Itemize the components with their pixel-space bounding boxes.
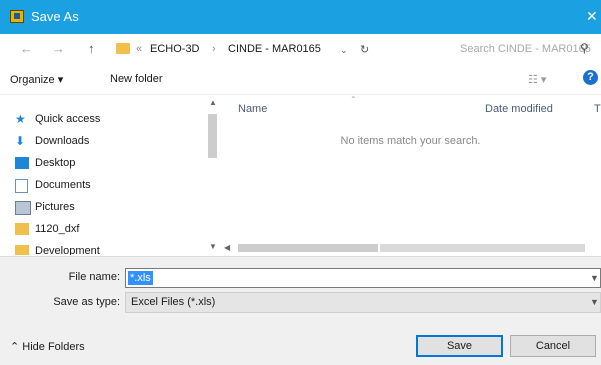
folder-icon: [15, 245, 29, 255]
star-icon: ★: [15, 112, 26, 126]
file-name-value[interactable]: *.xls: [128, 271, 153, 285]
up-arrow-icon[interactable]: ↑: [88, 41, 95, 56]
folder-icon: [116, 43, 130, 54]
toolbar: Organize ▾ New folder ☷ ▾ ?: [0, 64, 601, 95]
address-row: ← → ↑ « ECHO-3D › CINDE - MAR0165 ⌄ ↻ Se…: [0, 34, 601, 64]
folder-icon: [15, 223, 29, 235]
sidebar-item-label: Development: [35, 245, 100, 255]
hide-folders-button[interactable]: ⌃ Hide Folders: [10, 340, 85, 353]
scrollbar-track[interactable]: [380, 244, 585, 252]
file-list[interactable]: Name ⌃ Date modified T No items match yo…: [220, 95, 601, 240]
horizontal-scrollbar[interactable]: ◀: [220, 240, 601, 255]
search-icon: ⚲: [580, 41, 589, 55]
download-icon: ⬇: [15, 134, 26, 148]
desktop-icon: [15, 157, 29, 169]
sidebar-item-label: Desktop: [35, 157, 76, 169]
search-box[interactable]: Search CINDE - MAR0165 ⚲: [452, 38, 601, 60]
forward-arrow-icon[interactable]: →: [52, 41, 65, 56]
sidebar-item-label: Documents: [35, 179, 91, 191]
save-as-type-value: Excel Files (*.xls): [131, 296, 216, 308]
scroll-up-icon[interactable]: ▲: [209, 98, 217, 107]
refresh-icon[interactable]: ↻: [360, 43, 369, 56]
file-name-label: File name:: [68, 271, 120, 283]
app-icon: [10, 10, 24, 23]
sidebar-item-label: Quick access: [35, 113, 101, 125]
breadcrumb-overflow[interactable]: «: [136, 43, 142, 55]
file-name-dropdown-icon[interactable]: ▼: [590, 273, 599, 283]
scroll-left-icon[interactable]: ◀: [224, 243, 230, 252]
cancel-button[interactable]: Cancel: [510, 335, 596, 357]
window-title: Save As: [31, 9, 79, 24]
scrollbar-thumb[interactable]: [208, 114, 217, 158]
empty-message: No items match your search.: [340, 135, 481, 147]
save-as-type-select[interactable]: Excel Files (*.xls): [125, 292, 601, 313]
save-options-panel: File name: *.xls ▼ Save as type: Excel F…: [0, 256, 601, 365]
document-icon: [15, 179, 28, 193]
chevron-up-icon: ⌃: [10, 341, 23, 353]
sidebar-scrollbar[interactable]: ▲ ▼: [205, 96, 220, 254]
sidebar-item-label: 1120_dxf: [35, 223, 80, 235]
search-input[interactable]: Search CINDE - MAR0165: [460, 43, 591, 55]
column-header-type[interactable]: T: [594, 103, 601, 115]
navigation-pane: ★ Quick access ⬇ Downloads ✎ Desktop ✎ D…: [0, 95, 220, 255]
file-name-input[interactable]: *.xls: [125, 268, 601, 288]
breadcrumb-echo-3d[interactable]: ECHO-3D: [150, 43, 200, 55]
breadcrumb-cinde-mar0165[interactable]: CINDE - MAR0165: [228, 43, 321, 55]
sidebar-item-label: Pictures: [35, 201, 75, 213]
view-options-icon[interactable]: ☷ ▾: [528, 73, 546, 86]
address-bar[interactable]: « ECHO-3D › CINDE - MAR0165 ⌄ ↻: [110, 38, 420, 60]
save-as-type-label: Save as type:: [53, 296, 120, 308]
scrollbar-thumb[interactable]: [238, 244, 378, 252]
save-as-type-dropdown-icon[interactable]: ▼: [590, 297, 599, 307]
pictures-icon: [15, 201, 31, 215]
sidebar-item-label: Downloads: [35, 135, 90, 147]
column-header-date-modified[interactable]: Date modified: [485, 103, 553, 115]
address-dropdown-icon[interactable]: ⌄: [340, 45, 348, 56]
close-icon[interactable]: ✕: [586, 8, 598, 25]
back-arrow-icon[interactable]: ←: [20, 41, 33, 56]
scroll-down-icon[interactable]: ▼: [209, 242, 217, 251]
sort-indicator-icon: ⌃: [350, 95, 357, 104]
breadcrumb-separator: ›: [212, 43, 216, 55]
hide-folders-label: Hide Folders: [22, 341, 85, 353]
title-bar: Save As ✕: [0, 0, 601, 34]
help-icon[interactable]: ?: [583, 70, 598, 85]
save-button[interactable]: Save: [416, 335, 503, 357]
new-folder-button[interactable]: New folder: [110, 73, 163, 85]
organize-button[interactable]: Organize ▾: [10, 73, 63, 86]
column-header-name[interactable]: Name: [238, 103, 267, 115]
